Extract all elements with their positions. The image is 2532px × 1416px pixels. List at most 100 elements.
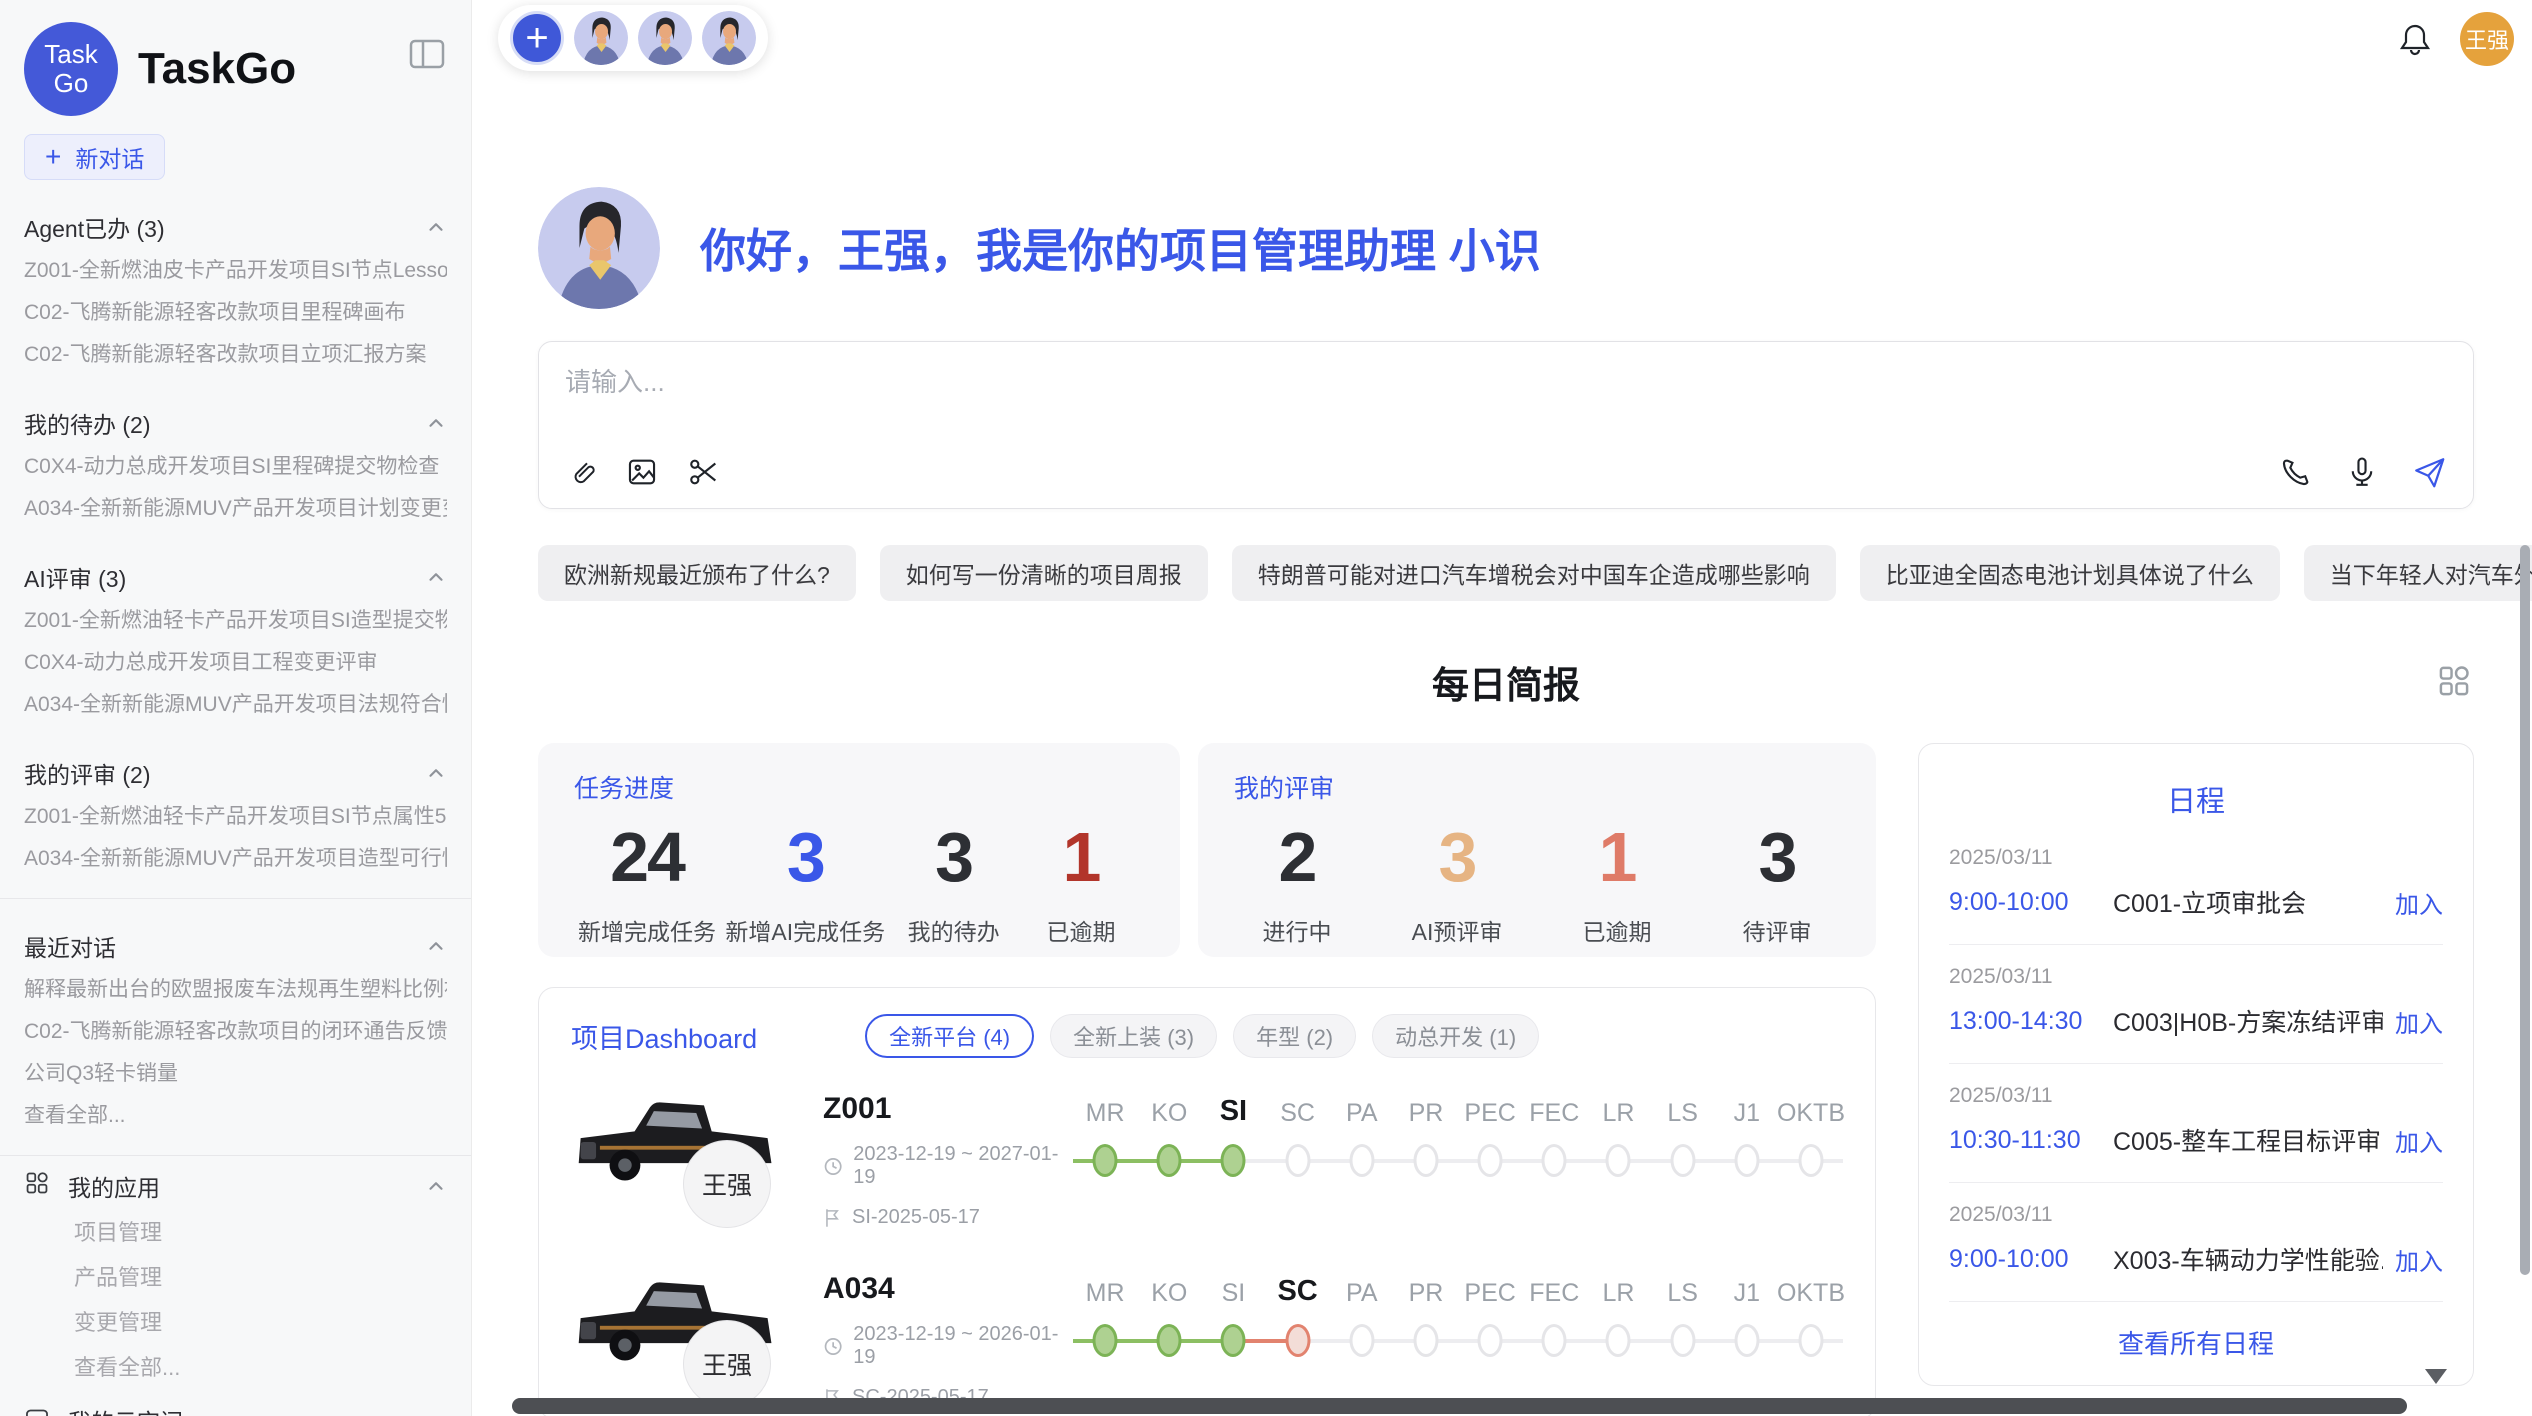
join-meeting-link[interactable]: 加入: [2395, 885, 2443, 920]
agent-avatar[interactable]: [638, 11, 692, 65]
chat-input[interactable]: [565, 362, 2447, 454]
recent-chat-item[interactable]: 查看全部...: [24, 1095, 447, 1137]
conversation-item[interactable]: Z001-全新燃油皮卡产品开发项目SI节点Lesson Learn报告: [24, 250, 447, 292]
stat-metric: 3 AI预评审: [1398, 817, 1516, 947]
suggestion-chips: 欧洲新规最近颁布了什么? 如何写一份清晰的项目周报特朗普可能对进口汽车增税会对中国…: [538, 545, 2474, 601]
sidebar-section-header[interactable]: 我的待办 (2): [24, 400, 447, 446]
conversation-item[interactable]: C0X4-动力总成开发项目工程变更评审: [24, 642, 447, 684]
sidebar-item-cloud-space-icon[interactable]: 我的云空间: [24, 1396, 447, 1416]
stat-card: 任务进度 24 新增完成任务 3 新增AI完成任务 3 我的待办 1 已逾期: [538, 743, 1180, 957]
flag-icon: [823, 1207, 842, 1229]
milestone-label: LS: [1667, 1268, 1698, 1318]
project-thumbnail: 王强: [571, 1088, 823, 1238]
milestone-label: PR: [1409, 1268, 1444, 1318]
milestone-label: LR: [1602, 1088, 1634, 1138]
dashboard-filter-pill[interactable]: 动总开发 (1): [1372, 1014, 1539, 1058]
milestone-dot: [1413, 1144, 1438, 1177]
app-sub-item[interactable]: 变更管理: [24, 1300, 447, 1345]
dashboard-filter-pill[interactable]: 全新上装 (3): [1050, 1014, 1217, 1058]
sidebar-section-header[interactable]: AI评审 (3): [24, 554, 447, 600]
send-icon[interactable]: [2411, 454, 2447, 490]
app-sub-item[interactable]: 产品管理: [24, 1255, 447, 1300]
logo-text-bottom: Go: [54, 69, 89, 98]
conversation-item[interactable]: A034-全新新能源MUV产品开发项目造型可行性评审: [24, 838, 447, 880]
milestone-LS: LS: [1651, 1268, 1715, 1364]
dashboard-header: 项目Dashboard 全新平台 (4)全新上装 (3)年型 (2)动总开发 (…: [571, 1014, 1843, 1058]
conversation-item[interactable]: Z001-全新燃油轻卡产品开发项目SI节点属性5D文件评审: [24, 796, 447, 838]
image-icon[interactable]: [625, 455, 659, 489]
conversation-item[interactable]: C02-飞腾新能源轻客改款项目立项汇报方案: [24, 334, 447, 376]
join-meeting-link[interactable]: 加入: [2395, 1242, 2443, 1277]
microphone-icon[interactable]: [2345, 455, 2379, 489]
clock-icon: [823, 1336, 843, 1357]
agent-avatar[interactable]: [574, 11, 628, 65]
sidebar-item-my-apps[interactable]: 我的应用: [24, 1162, 447, 1210]
stat-card-title: 任务进度: [574, 769, 1144, 805]
app-sub-item[interactable]: 查看全部...: [24, 1345, 447, 1390]
project-flag-milestone: SI-2025-05-17: [852, 1206, 980, 1229]
milestone-dot: [1349, 1324, 1374, 1357]
agent-avatar[interactable]: [702, 11, 756, 65]
stat-metric: 24 新增完成任务: [578, 817, 716, 947]
horizontal-scrollbar[interactable]: [512, 1398, 2407, 1414]
schedule-event-title: X003-车辆动力学性能验...: [2113, 1241, 2383, 1277]
user-avatar[interactable]: 王强: [2460, 12, 2514, 66]
milestone-PR: PR: [1394, 1268, 1458, 1364]
notification-bell-icon[interactable]: [2398, 21, 2432, 57]
schedule-item: 2025/03/11 9:00-10:00 X003-车辆动力学性能验... 加…: [1949, 1183, 2443, 1302]
project-row[interactable]: 王强 Z001 2023-12-19 ~ 2027-01-19 SI-2025-…: [571, 1088, 1843, 1238]
join-meeting-link[interactable]: 加入: [2395, 1004, 2443, 1039]
sidebar-section-title: 我的评审 (2): [24, 756, 151, 790]
schedule-event-title: C003|H0B-方案冻结评审: [2113, 1003, 2383, 1039]
sidebar-section-header[interactable]: 我的评审 (2): [24, 750, 447, 796]
milestone-label: J1: [1734, 1268, 1760, 1318]
suggestion-chip[interactable]: 特朗普可能对进口汽车增税会对中国车企造成哪些影响: [1232, 545, 1836, 601]
conversation-item[interactable]: C02-飞腾新能源轻客改款项目里程碑画布: [24, 292, 447, 334]
milestone-dot: [1798, 1144, 1823, 1177]
recent-chat-item[interactable]: C02-飞腾新能源轻客改款项目的闭环通告反馈情况: [24, 1011, 447, 1053]
milestone-SI: SI: [1201, 1088, 1265, 1184]
greeting-section: 你好，王强，我是你的项目管理助理 小识: [538, 187, 2474, 309]
schedule-event-title: C005-整车工程目标评审: [2113, 1122, 2383, 1158]
layout-grid-icon[interactable]: [2436, 663, 2472, 704]
recent-chats-header[interactable]: 最近对话: [24, 923, 447, 969]
stat-value: 3: [1718, 817, 1836, 897]
composer-toolbar: [565, 454, 2447, 490]
quick-access-pill: +: [498, 5, 768, 71]
stat-metric: 3 待评审: [1718, 817, 1836, 947]
stat-label: 进行中: [1238, 913, 1356, 947]
app-sub-item[interactable]: 项目管理: [24, 1210, 447, 1255]
sidebar-section: 我的评审 (2) Z001-全新燃油轻卡产品开发项目SI节点属性5D文件评审A0…: [24, 750, 447, 880]
new-chat-button[interactable]: + 新对话: [24, 134, 165, 180]
sidebar-collapse-icon[interactable]: [409, 38, 445, 75]
conversation-item[interactable]: Z001-全新燃油轻卡产品开发项目SI造型提交物评审: [24, 600, 447, 642]
scroll-down-arrow[interactable]: [2425, 1369, 2447, 1384]
attachment-icon[interactable]: [565, 455, 597, 489]
milestone-LR: LR: [1586, 1268, 1650, 1364]
milestone-label: SC: [1280, 1088, 1315, 1138]
suggestion-chip[interactable]: 比亚迪全固态电池计划具体说了什么: [1860, 545, 2280, 601]
scissors-icon[interactable]: [687, 455, 721, 489]
add-agent-button[interactable]: +: [510, 11, 564, 65]
conversation-item[interactable]: C0X4-动力总成开发项目SI里程碑提交物检查: [24, 446, 447, 488]
dashboard-filter-pill[interactable]: 年型 (2): [1233, 1014, 1356, 1058]
project-row[interactable]: 王强 A034 2023-12-19 ~ 2026-01-19 SC-2025-…: [571, 1268, 1843, 1416]
suggestion-chip[interactable]: 欧洲新规最近颁布了什么?: [538, 545, 856, 601]
vertical-scrollbar[interactable]: [2520, 545, 2530, 1275]
project-owner-badge: 王强: [683, 1140, 771, 1228]
suggestion-chip[interactable]: 如何写一份清晰的项目周报: [880, 545, 1208, 601]
suggestion-chip[interactable]: 当下年轻人对汽车外观有怎样的喜好趋势: [2304, 545, 2532, 601]
milestone-dot: [1606, 1144, 1631, 1177]
recent-chat-item[interactable]: 公司Q3轻卡销量: [24, 1053, 447, 1095]
conversation-item[interactable]: A034-全新新能源MUV产品开发项目计划变更变更编写: [24, 488, 447, 530]
milestone-dot: [1349, 1144, 1374, 1177]
milestone-dot: [1542, 1324, 1567, 1357]
join-meeting-link[interactable]: 加入: [2395, 1123, 2443, 1158]
milestone-label: PR: [1409, 1088, 1444, 1138]
sidebar-section-header[interactable]: Agent已办 (3): [24, 204, 447, 250]
conversation-item[interactable]: A034-全新新能源MUV产品开发项目法规符合性评审: [24, 684, 447, 726]
dashboard-filter-pill[interactable]: 全新平台 (4): [865, 1014, 1034, 1058]
phone-icon[interactable]: [2279, 455, 2313, 489]
recent-chat-item[interactable]: 解释最新出台的欧盟报废车法规再生塑料比例被调至15%...: [24, 969, 447, 1011]
view-all-schedule-link[interactable]: 查看所有日程: [1949, 1302, 2443, 1385]
